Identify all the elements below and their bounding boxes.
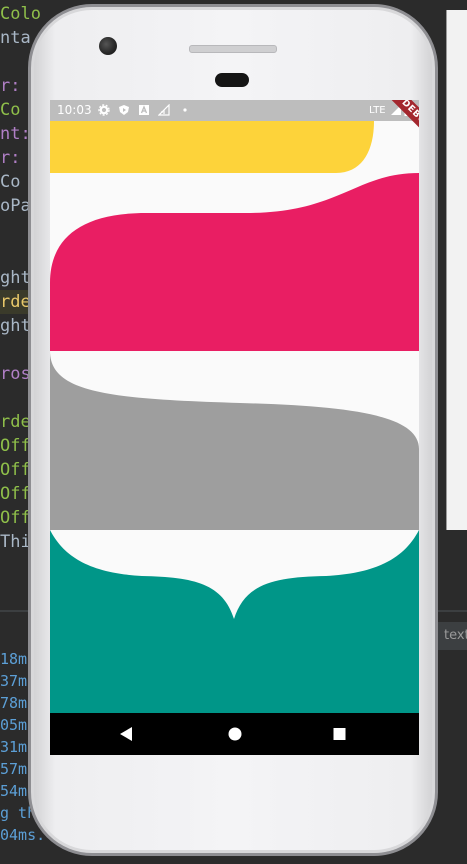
yellow-shape — [50, 121, 374, 173]
code-line: nta — [0, 28, 31, 48]
side-tab[interactable]: text — [438, 622, 467, 650]
pink-shape — [50, 173, 419, 351]
network-type: LTE — [369, 105, 386, 116]
phone-screen: 10:03 LTE DEBUG — [50, 100, 419, 755]
recents-icon[interactable] — [310, 713, 370, 755]
code-line: Off — [0, 460, 31, 480]
code-line: Off — [0, 484, 31, 504]
navigation-bar — [50, 713, 419, 755]
code-line: r: — [0, 148, 21, 168]
code-line: oPa — [0, 196, 31, 216]
phone-frame: 10:03 LTE DEBUG — [28, 4, 438, 856]
back-icon[interactable] — [96, 713, 156, 755]
code-line: Colo — [0, 4, 41, 24]
side-panel — [446, 10, 467, 530]
code-line: ght — [0, 268, 31, 288]
code-line: Off — [0, 436, 31, 456]
proximity-sensor — [215, 73, 249, 87]
status-time: 10:03 — [57, 103, 92, 117]
status-bar: 10:03 LTE DEBUG — [50, 100, 419, 152]
app-canvas — [50, 121, 419, 713]
a-icon — [139, 105, 149, 115]
teal-shape — [50, 530, 419, 713]
code-line: rde — [0, 290, 31, 314]
no-signal-icon — [158, 104, 170, 116]
code-line: Co — [0, 172, 21, 192]
code-line: Off — [0, 508, 31, 528]
code-line: Co — [0, 100, 21, 120]
code-line: rde — [0, 412, 31, 432]
dot-icon — [183, 108, 187, 112]
code-line: ght — [0, 316, 31, 336]
earpiece-speaker — [189, 45, 277, 53]
settings-icon — [98, 104, 110, 116]
code-line: r: — [0, 76, 21, 96]
shield-icon — [119, 105, 129, 115]
code-line: nt: — [0, 124, 31, 144]
home-icon[interactable] — [205, 713, 265, 755]
gray-shape — [50, 351, 419, 530]
front-camera — [99, 37, 117, 55]
code-line: Thi — [0, 532, 31, 552]
code-line: ros — [0, 364, 31, 384]
